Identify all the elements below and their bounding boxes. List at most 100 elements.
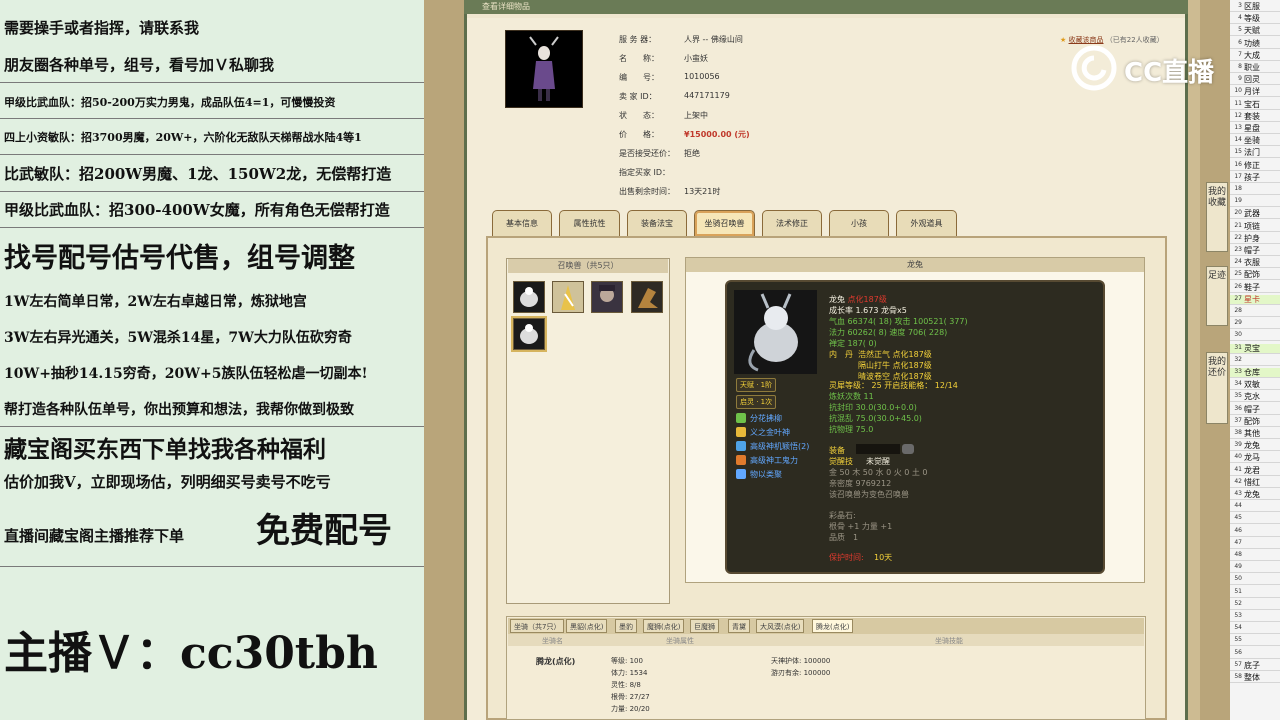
sheet-row[interactable]: 25 配饰 xyxy=(1230,270,1280,281)
mount-tab[interactable]: 大风漠(点化) xyxy=(756,619,805,633)
promo-line: 甲级比武血队：招50-200万实力男鬼，成品队伍4=1，可慢慢投资 xyxy=(4,96,336,109)
skill-icon xyxy=(736,469,746,479)
summon-thumb[interactable] xyxy=(591,281,623,313)
mount-name: 腾龙(点化) xyxy=(536,657,576,666)
footprint-button[interactable]: 足迹 xyxy=(1206,266,1228,326)
sheet-row[interactable]: 36 帽子 xyxy=(1230,405,1280,415)
sheet-row[interactable]: 14 坐骑 xyxy=(1230,136,1280,147)
my-favorites-button[interactable]: 我的收藏 xyxy=(1206,182,1228,252)
summon-thumb[interactable] xyxy=(552,281,584,313)
tab-basic-info[interactable]: 基本信息 xyxy=(492,210,552,236)
row-number: 52 xyxy=(1234,599,1242,607)
sheet-row[interactable]: 4 等级 xyxy=(1230,14,1280,25)
mount-tab[interactable]: 墨豹 xyxy=(615,619,637,633)
spirit-level: 灵犀等级： 25 开启技能格： 12/14 xyxy=(829,381,958,390)
divider xyxy=(0,118,424,119)
sheet-row[interactable]: 46 xyxy=(1230,527,1280,537)
sheet-row[interactable]: 27 星卡 xyxy=(1230,294,1280,305)
sheet-row[interactable]: 16 修正 xyxy=(1230,161,1280,171)
sheet-row[interactable]: 31 灵宝 xyxy=(1230,343,1280,354)
sheet-row[interactable]: 42 惜红 xyxy=(1230,478,1280,488)
sheet-row[interactable]: 34 双敏 xyxy=(1230,380,1280,391)
sheet-row[interactable]: 30 xyxy=(1230,331,1280,342)
cell-text: 整体 xyxy=(1244,673,1260,682)
my-counteroffers-button[interactable]: 我的还价 xyxy=(1206,352,1228,424)
sheet-row[interactable]: 49 xyxy=(1230,563,1280,574)
sheet-row[interactable]: 32 xyxy=(1230,356,1280,366)
promo-line: 甲级比武血队：招300-400W女魔，所有角色无偿帮打造 xyxy=(4,201,390,219)
sheet-row[interactable]: 51 xyxy=(1230,588,1280,598)
favorite-count: （已有22人收藏） xyxy=(1105,36,1164,44)
sheet-row[interactable]: 20 武器 xyxy=(1230,209,1280,220)
sheet-row[interactable]: 15 法门 xyxy=(1230,148,1280,159)
protect-time-value: 10天 xyxy=(874,553,893,562)
sheet-row[interactable]: 24 衣服 xyxy=(1230,258,1280,269)
promo-line: 四上小资敏队：招3700男魔，20W+，六阶化无敌队天梯帮战水陆4等1 xyxy=(4,131,362,144)
sheet-row[interactable]: 54 xyxy=(1230,624,1280,635)
pet-skill: 义之金叶神 xyxy=(750,428,790,437)
sheet-row[interactable]: 3 区服 xyxy=(1230,2,1280,12)
row-number: 27 xyxy=(1234,294,1242,302)
row-number: 37 xyxy=(1234,416,1242,424)
sheet-row[interactable]: 44 xyxy=(1230,502,1280,513)
sheet-row[interactable]: 40 龙马 xyxy=(1230,453,1280,464)
skill-icon xyxy=(736,413,746,423)
sheet-row[interactable]: 53 xyxy=(1230,612,1280,622)
sheet-row[interactable]: 19 xyxy=(1230,197,1280,208)
sheet-row[interactable]: 17 孩子 xyxy=(1230,173,1280,183)
sheet-row[interactable]: 28 xyxy=(1230,307,1280,317)
sheet-row[interactable]: 57 底子 xyxy=(1230,661,1280,671)
row-number: 5 xyxy=(1238,26,1242,34)
sheet-row[interactable]: 41 龙君 xyxy=(1230,466,1280,476)
sheet-row[interactable]: 47 xyxy=(1230,539,1280,549)
sheet-row[interactable]: 37 配饰 xyxy=(1230,417,1280,427)
tab-child[interactable]: 小孩 xyxy=(829,210,889,236)
sheet-row[interactable]: 38 其他 xyxy=(1230,429,1280,439)
sheet-row[interactable]: 13 星盘 xyxy=(1230,124,1280,134)
summon-thumb-selected[interactable] xyxy=(513,318,545,350)
sheet-row[interactable]: 26 鞋子 xyxy=(1230,283,1280,293)
tab-mount-summon[interactable]: 坐骑召唤兽 xyxy=(694,210,755,236)
mount-tab[interactable]: 腾龙(点化) xyxy=(812,619,854,633)
tab-attributes[interactable]: 属性抗性 xyxy=(559,210,620,236)
sheet-row[interactable]: 5 天赋 xyxy=(1230,26,1280,37)
sheet-row[interactable]: 48 xyxy=(1230,551,1280,561)
mount-tab[interactable]: 魔狮(点化) xyxy=(643,619,685,633)
mount-tab[interactable]: 青黛 xyxy=(728,619,750,633)
sheet-row[interactable]: 39 龙兔 xyxy=(1230,441,1280,452)
tab-equipment[interactable]: 装备法宝 xyxy=(627,210,687,236)
sheet-row[interactable]: 43 龙兔 xyxy=(1230,490,1280,500)
summon-thumb[interactable] xyxy=(513,281,545,313)
sheet-row[interactable]: 35 克水 xyxy=(1230,392,1280,403)
mount-tab[interactable]: 黑貂(点化) xyxy=(566,619,608,633)
gem-bonus: 根骨 +1 力量 +1 xyxy=(829,522,893,531)
sheet-row[interactable]: 22 护身 xyxy=(1230,234,1280,244)
sheet-row[interactable]: 50 xyxy=(1230,575,1280,586)
sheet-row[interactable]: 18 xyxy=(1230,185,1280,195)
info-key: 服 务 器： xyxy=(619,35,657,44)
sheet-row[interactable]: 21 项链 xyxy=(1230,222,1280,232)
page-scrollbar[interactable] xyxy=(1188,0,1200,720)
sheet-row[interactable]: 11 宝石 xyxy=(1230,100,1280,110)
awake-skill-label: 觉醒技 xyxy=(829,457,853,466)
sheet-row[interactable]: 52 xyxy=(1230,600,1280,610)
promo-line: 比武敏队：招200W男魔、1龙、150W2龙，无偿帮打造 xyxy=(4,165,392,183)
favorite-label: 收藏该商品 xyxy=(1068,36,1104,44)
mount-tab[interactable]: 坐骑（共7只） xyxy=(510,619,565,633)
sheet-row[interactable]: 58 整体 xyxy=(1230,673,1280,683)
sheet-row[interactable]: 45 xyxy=(1230,514,1280,525)
sheet-row[interactable]: 55 xyxy=(1230,636,1280,647)
info-key: 状 态： xyxy=(619,111,659,120)
sheet-row[interactable]: 29 xyxy=(1230,319,1280,330)
mount-tab[interactable]: 巨魔狮 xyxy=(690,619,719,633)
mount-skill: 天神护体: 100000 xyxy=(771,657,831,665)
summon-thumb[interactable] xyxy=(631,281,663,313)
resist-chaos: 抗混乱 75.0(30.0+45.0) xyxy=(829,414,922,423)
sheet-row[interactable]: 33 仓库 xyxy=(1230,368,1280,378)
tab-spell-correction[interactable]: 法术修正 xyxy=(762,210,822,236)
row-number: 23 xyxy=(1234,246,1242,253)
tab-appearance[interactable]: 外观道具 xyxy=(896,210,957,236)
sheet-row[interactable]: 23 帽子 xyxy=(1230,246,1280,256)
sheet-row[interactable]: 12 套装 xyxy=(1230,112,1280,122)
sheet-row[interactable]: 56 xyxy=(1230,649,1280,659)
